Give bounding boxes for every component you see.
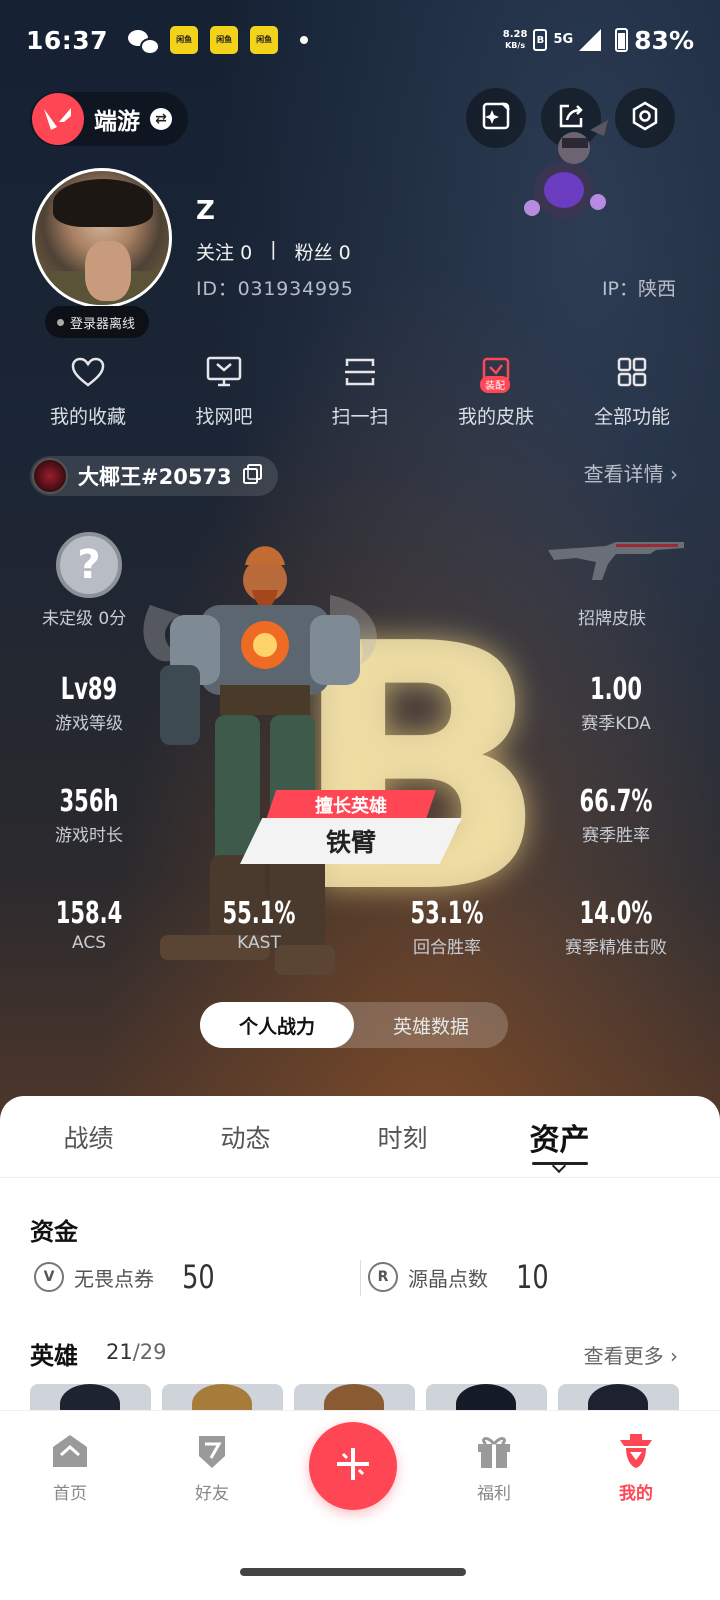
chevron-right-icon: › (670, 1344, 678, 1368)
fans-link[interactable]: 粉丝 0 (295, 238, 351, 265)
heart-icon (68, 352, 108, 392)
status-bar: 16:37 闲鱼 闲鱼 闲鱼 8.28 KB/s B 5G 83% (0, 0, 720, 80)
ip-location: IP：陕西 (601, 278, 676, 300)
personal-power-tab[interactable]: 个人战力 (200, 1002, 354, 1048)
best-hero-label: 擅长英雄 (266, 790, 436, 820)
monitor-icon (204, 352, 244, 392)
create-post-button[interactable] (309, 1422, 397, 1510)
friends-icon (192, 1431, 232, 1471)
copy-icon[interactable] (242, 463, 264, 489)
xianyu-app-icon: 闲鱼 (210, 26, 239, 54)
home-indicator[interactable] (240, 1568, 466, 1576)
valorant-points: V 无畏点券 50 (34, 1258, 219, 1296)
home-icon (50, 1431, 90, 1471)
best-hero-name[interactable]: 铁臂 (240, 818, 462, 864)
content-tabs: 战绩 动态 时刻 资产 (0, 1096, 720, 1178)
mascot-decoration (524, 120, 608, 218)
profile-page: 16:37 闲鱼 闲鱼 闲鱼 8.28 KB/s B 5G 83% 端游 ⇄ 登… (0, 0, 720, 1600)
swap-icon: ⇄ (150, 108, 172, 130)
signal-icon (579, 29, 602, 51)
status-time: 16:37 (26, 25, 109, 55)
stat-winrate: 66.7% 赛季胜率 (579, 784, 653, 846)
skin-icon: 装配 (476, 352, 516, 393)
rank-unranked-icon[interactable]: ? (56, 532, 122, 598)
tab-moments[interactable]: 时刻 (324, 1096, 481, 1177)
username: Z (196, 196, 215, 226)
shortcut-scan[interactable]: 扫一扫 (294, 352, 426, 429)
plus-icon (333, 1444, 373, 1488)
stat-kast: 55.1% KAST (222, 896, 296, 953)
rp-icon: R (368, 1262, 398, 1292)
chevron-right-icon: › (670, 462, 678, 486)
xianyu-app-icon: 闲鱼 (250, 26, 279, 54)
shortcut-favorites[interactable]: 我的收藏 (22, 352, 154, 429)
stat-precise-kill: 14.0% 赛季精准击败 (565, 896, 667, 958)
game-switch-button[interactable]: 端游 ⇄ (30, 92, 188, 146)
wechat-icon (128, 28, 161, 55)
shortcut-my-skins[interactable]: 装配 我的皮肤 (430, 352, 562, 429)
launcher-status-badge: 登录器离线 (45, 306, 150, 338)
stat-acs: 158.4 ACS (55, 896, 123, 953)
showcase-skin-label: 招牌皮肤 (578, 609, 646, 629)
heroes-title: 英雄 (30, 1342, 78, 1370)
network-type: 5G (553, 32, 574, 47)
player-name: 大椰王#20573 (78, 465, 232, 489)
battery-icon (615, 28, 629, 52)
view-detail-link[interactable]: 查看详情 › (584, 458, 678, 487)
settings-button[interactable] (615, 88, 675, 148)
hero-count: 21/29 (106, 1340, 167, 1364)
stat-level: Lv89 游戏等级 (55, 672, 123, 734)
nav-friends[interactable]: 好友 (162, 1431, 262, 1504)
scan-icon (340, 352, 380, 392)
nav-me[interactable]: 我的 (586, 1431, 686, 1504)
xianyu-app-icon: 闲鱼 (170, 26, 199, 54)
follow-stats: 关注 0 | 粉丝 0 (196, 238, 351, 265)
shortcut-row: 我的收藏 找网吧 扫一扫 装配 我的皮肤 全部功能 (22, 352, 698, 429)
mode-toggle: 个人战力 英雄数据 (200, 1002, 508, 1048)
player-card-icon (32, 458, 68, 494)
more-notifications-dot (300, 36, 309, 44)
divider (360, 1260, 361, 1296)
nav-benefits[interactable]: 福利 (444, 1431, 544, 1504)
stat-kda: 1.00 赛季KDA (581, 672, 651, 734)
stat-round-winrate: 53.1% 回合胜率 (410, 896, 484, 958)
battery-percent: 83% (634, 25, 694, 55)
shortcut-all-features[interactable]: 全部功能 (566, 352, 698, 429)
sim-icon: B (533, 29, 548, 51)
notification-icons: 闲鱼 闲鱼 闲鱼 (128, 26, 309, 55)
profile-agent-icon (616, 1431, 656, 1471)
tab-records[interactable]: 战绩 (10, 1096, 167, 1177)
hero-data-tab[interactable]: 英雄数据 (354, 1002, 508, 1048)
user-id: ID：031934995 (196, 278, 354, 300)
rifle-skin-icon[interactable] (546, 540, 686, 588)
settings-hex-icon (629, 100, 661, 136)
status-right: 8.28 KB/s B 5G 83% (503, 26, 694, 55)
status-dot-icon (57, 318, 64, 326)
equip-tag: 装配 (480, 376, 510, 393)
game-name: 端游 (94, 109, 140, 135)
radianite-points: R 源晶点数 10 (368, 1258, 553, 1296)
grid-icon (612, 352, 652, 392)
tab-feed[interactable]: 动态 (167, 1096, 324, 1177)
sparkle-edit-icon (480, 100, 512, 136)
funds-title: 资金 (30, 1218, 78, 1246)
rank-label: 未定级 0分 (42, 609, 127, 629)
tab-assets[interactable]: 资产 (481, 1096, 638, 1177)
player-tag[interactable]: 大椰王#20573 (30, 456, 278, 496)
stat-playtime: 356h 游戏时长 (55, 784, 123, 846)
nav-home[interactable]: 首页 (20, 1431, 120, 1504)
user-avatar[interactable] (32, 168, 172, 308)
gift-icon (474, 1431, 514, 1471)
network-speed: 8.28 KB/s (502, 29, 528, 50)
vp-icon: V (34, 1262, 64, 1292)
valorant-logo-icon (32, 93, 84, 145)
shortcut-internet-cafe[interactable]: 找网吧 (158, 352, 290, 429)
see-more-heroes-link[interactable]: 查看更多 › (584, 1340, 678, 1369)
following-link[interactable]: 关注 0 (196, 238, 252, 265)
